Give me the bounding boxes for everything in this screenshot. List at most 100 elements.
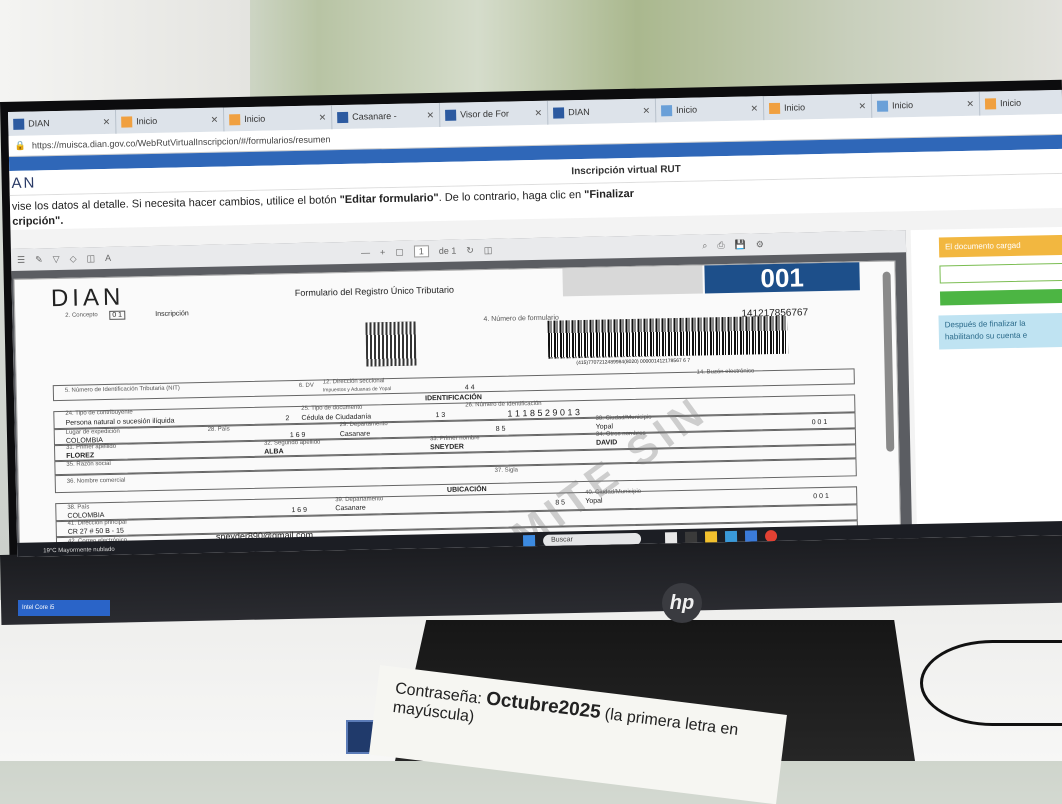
close-tab-icon[interactable]: ✕ [642, 105, 650, 116]
document-warning: El documento cargad [938, 234, 1062, 258]
dv-label: 6. DV [298, 382, 314, 389]
tipo-documento: Cédula de Ciudadanía [301, 413, 372, 422]
direccion-label: 41. Dirección principal [67, 519, 127, 527]
view-icon[interactable]: ◫ [86, 253, 95, 264]
pdf-scrollbar[interactable] [882, 271, 895, 452]
nombre-comercial-label: 36. Nombre comercial [66, 477, 126, 485]
search-icon[interactable]: ⌕ [702, 240, 707, 251]
rut-form-page: DIAN Formulario del Registro Único Tribu… [13, 260, 902, 557]
note-password: Octubre2025 [485, 688, 602, 724]
primer-nombre-label: 33. Primer nombre [429, 435, 480, 443]
right-panel: El documento cargad Después de finalizar… [910, 226, 1062, 551]
store-icon[interactable] [744, 530, 758, 543]
browser-tab[interactable]: Inicio✕ [655, 96, 765, 123]
sidebar-icon[interactable]: ☰ [17, 254, 25, 265]
seccional-label: 12. Dirección seccional [322, 378, 385, 386]
browser-tab[interactable]: Visor de For ✕ [439, 100, 549, 127]
close-tab-icon[interactable]: ✕ [319, 112, 327, 123]
dian-favicon-icon [445, 109, 457, 121]
two-page-icon[interactable]: ◫ [484, 244, 493, 255]
qr-code [365, 321, 417, 367]
tipo-contribuyente-code: 2 [285, 415, 290, 423]
dian-favicon-icon [553, 106, 565, 119]
close-tab-icon[interactable]: ✕ [750, 103, 758, 114]
page-number-input[interactable]: 1 [413, 245, 429, 258]
browser-tab[interactable]: Inicio ✕ [115, 107, 225, 134]
primer-apellido-label: 31. Primer apellido [65, 443, 117, 451]
file-explorer-icon[interactable] [704, 531, 718, 544]
edge-icon[interactable] [724, 530, 738, 544]
task-view-icon[interactable] [684, 531, 698, 544]
u-ciudad-code: 0 0 1 [813, 492, 829, 501]
lugar-expedicion-label: Lugar de expedición [65, 428, 120, 436]
tab-label: Inicio [136, 115, 158, 127]
zoom-out-icon[interactable]: — [361, 247, 370, 257]
close-tab-icon[interactable]: ✕ [211, 114, 219, 125]
chrome-icon[interactable] [764, 529, 778, 543]
concepto-label: 2. Concepto [65, 312, 98, 319]
browser-tab[interactable]: Inicio ✕ [763, 93, 873, 121]
u-pais: COLOMBIA [67, 512, 105, 520]
zoom-in-icon[interactable]: + [380, 247, 385, 257]
concepto-code: 0 1 [109, 310, 126, 320]
tipo-documento-label: 25. Tipo de documento [301, 404, 363, 412]
widgets-icon[interactable] [664, 532, 678, 545]
browser-tab[interactable]: DIAN ✕ [547, 98, 657, 125]
highlight-icon[interactable]: ▽ [53, 253, 60, 264]
info-line-2: habilitando su cuenta e [944, 330, 1028, 342]
pais-label: 28. País [207, 426, 230, 433]
window-frame [0, 0, 250, 110]
close-tab-icon[interactable]: ✕ [426, 110, 434, 121]
rotate-icon[interactable]: ↻ [466, 245, 474, 256]
sigla-label: 37. Sigla [494, 467, 519, 474]
razon-social-label: 35. Razón social [66, 460, 111, 468]
u-pais-code: 1 6 9 [291, 506, 308, 515]
page-title: Inscripción virtual RUT [571, 163, 681, 177]
departamento-code: 8 5 [495, 425, 506, 433]
form-title: Formulario del Registro Único Tributario [294, 284, 454, 299]
read-aloud-icon[interactable]: A [105, 253, 111, 263]
settings-icon[interactable]: ⚙ [756, 239, 764, 250]
save-icon[interactable]: 💾 [734, 239, 745, 250]
browser-tab[interactable]: Inicio✕ [979, 89, 1062, 116]
lock-icon: 🔒 [14, 140, 27, 151]
close-tab-icon[interactable]: ✕ [103, 116, 111, 127]
tab-label: Visor de For [460, 108, 510, 120]
blue-favicon-icon [876, 100, 889, 112]
browser-tab[interactable]: Casanare - ✕ [331, 102, 441, 130]
tab-label: DIAN [28, 118, 50, 129]
u-departamento: Casanare [335, 504, 366, 513]
ciudad-code: 0 0 1 [811, 418, 828, 427]
instructions-text: vise los datos al detalle. Si necesita h… [11, 194, 340, 213]
cable [920, 640, 1062, 726]
info-box: Después de finalizar la habilitando su c… [938, 312, 1062, 350]
fit-page-icon[interactable]: ▢ [395, 246, 404, 257]
orange-favicon-icon [121, 115, 133, 128]
browser-tab[interactable]: Inicio✕ [871, 91, 981, 118]
segundo-apellido-label: 32. Segundo apellido [263, 439, 321, 447]
barcode-text: (415)7707212489984(8020) 000001412178567… [576, 357, 691, 367]
orange-favicon-icon [768, 102, 781, 114]
tab-label: Inicio [999, 97, 1022, 109]
dian-favicon-icon [13, 118, 25, 130]
orange-favicon-icon [229, 113, 241, 125]
ubicacion-header: UBICACIÓN [446, 486, 487, 494]
departamento-label: 29. Departamento [339, 421, 388, 429]
status-field[interactable] [939, 262, 1062, 284]
tab-label: Casanare - [352, 110, 397, 122]
draw-icon[interactable]: ✎ [35, 254, 43, 265]
instructions-text-2: . De lo contrario, haga clic en [438, 188, 585, 204]
close-tab-icon[interactable]: ✕ [534, 107, 542, 118]
close-tab-icon[interactable]: ✕ [966, 98, 974, 109]
close-tab-icon[interactable]: ✕ [858, 101, 866, 112]
hp-logo: hp [662, 583, 702, 623]
windows-start-icon[interactable] [522, 535, 536, 548]
browser-tab[interactable]: Inicio✕ [223, 105, 333, 132]
print-icon[interactable]: ⎙ [717, 240, 724, 251]
erase-icon[interactable]: ◇ [70, 253, 77, 264]
tipo-documento-code: 1 3 [435, 411, 446, 420]
form-number-badge: 001 [704, 262, 860, 294]
url-text: https://muisca.dian.gov.co/WebRutVirtual… [31, 134, 331, 151]
tab-label: Inicio [783, 102, 806, 113]
browser-tab[interactable]: DIAN ✕ [8, 109, 117, 136]
